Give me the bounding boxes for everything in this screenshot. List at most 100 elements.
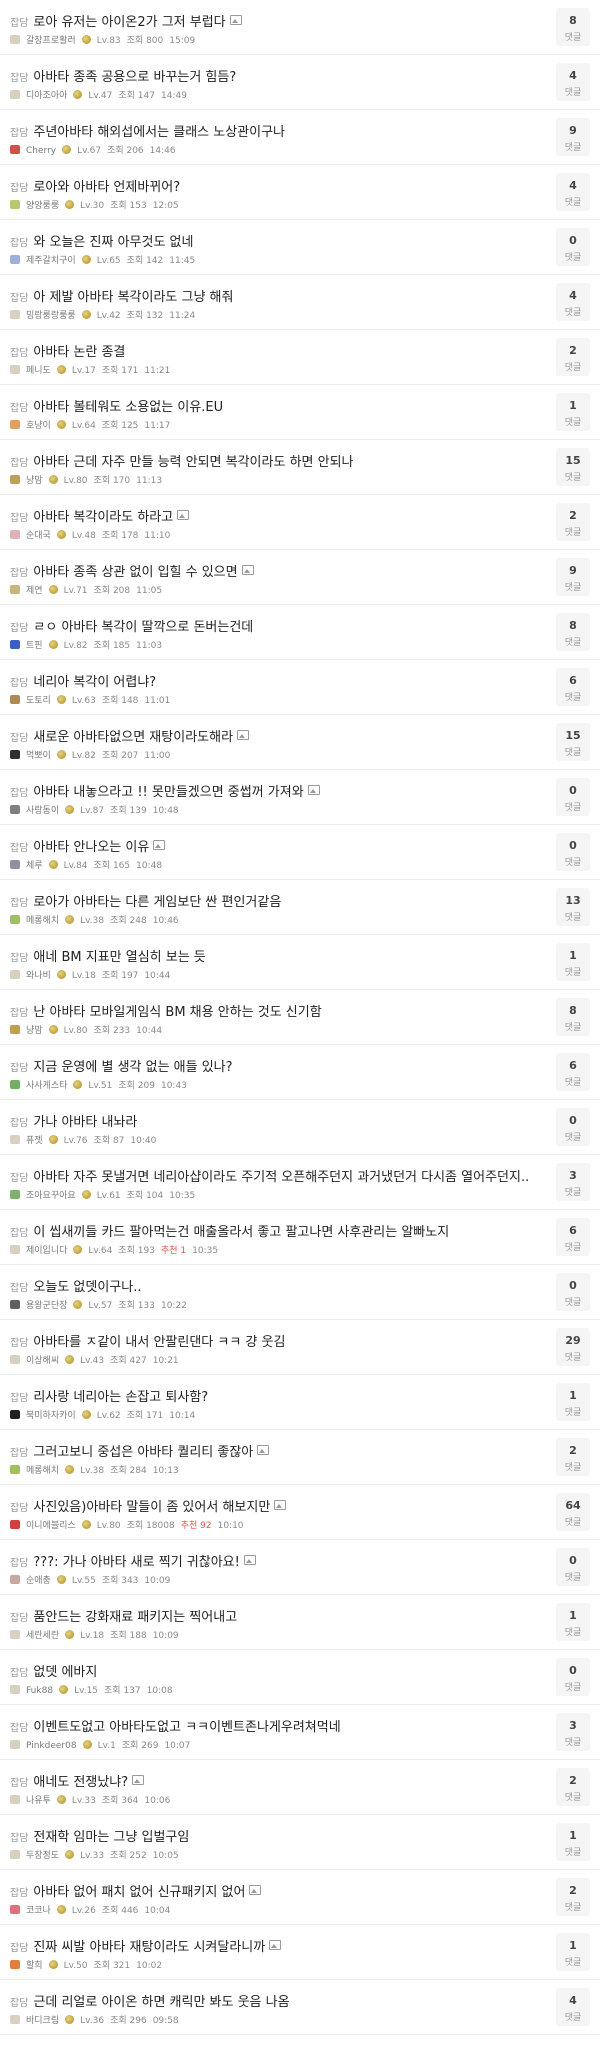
comment-count-box[interactable]: 1 댓글 (556, 1603, 590, 1641)
post-category[interactable]: 잡담 (10, 183, 28, 194)
post-title-link[interactable]: 애네도 전쟁났냐? (33, 1775, 128, 1790)
comment-count-box[interactable]: 2 댓글 (556, 1438, 590, 1476)
post-title-link[interactable]: 아바타 종족 상관 없이 입힐 수 있으면 (33, 565, 237, 580)
post-category[interactable]: 잡담 (10, 1448, 28, 1459)
avatar[interactable] (10, 475, 20, 484)
author-nickname[interactable]: 사사게스타 (26, 1081, 67, 1091)
avatar[interactable] (10, 1355, 20, 1364)
avatar[interactable] (10, 1080, 20, 1089)
avatar[interactable] (10, 1685, 20, 1694)
post-row[interactable]: 잡담 난 아바타 모바일게임식 BM 채용 안하는 것도 신기함 냥맘 Lv.80 조회… (0, 990, 600, 1045)
post-category[interactable]: 잡담 (10, 1888, 28, 1899)
post-title-link[interactable]: 사진있음)아바타 말들이 좀 있어서 해보지만 (33, 1500, 270, 1515)
post-title-link[interactable]: 아바타 종족 공용으로 바꾸는거 힘듬? (33, 70, 236, 85)
author-nickname[interactable]: 순애충 (26, 1576, 51, 1586)
avatar[interactable] (10, 255, 20, 264)
post-category[interactable]: 잡담 (10, 1228, 28, 1239)
post-category[interactable]: 잡담 (10, 1503, 28, 1514)
comment-count-box[interactable]: 4 댓글 (556, 63, 590, 101)
post-row[interactable]: 잡담 품안드는 강화재료 패키지는 찍어내고 세란세란 Lv.18 조회 188 10:0… (0, 1595, 600, 1650)
post-row[interactable]: 잡담 로아 유저는 아이온2가 그저 부럽다 갈장프로활러 Lv.83 조회 800 15… (0, 0, 600, 55)
post-row[interactable]: 잡담 ㄹㅇ 아바타 복각이 딸깍으로 돈버는건데 트핀 Lv.82 조회 185 11:0… (0, 605, 600, 660)
post-category[interactable]: 잡담 (10, 898, 28, 909)
post-row[interactable]: 잡담 리사랑 네리아는 손잡고 퇴사함? 북미하자카이 Lv.62 조회 171 10:1… (0, 1375, 600, 1430)
avatar[interactable] (10, 1300, 20, 1309)
post-title-link[interactable]: 오늘도 없뎃이구나.. (33, 1280, 141, 1295)
post-row[interactable]: 잡담 로아와 아바타 언제바뀌어? 양양룽룽 Lv.30 조회 153 12:05 4 댓글 (0, 165, 600, 220)
author-nickname[interactable]: 북미하자카이 (26, 1411, 76, 1421)
avatar[interactable] (10, 1190, 20, 1199)
post-category[interactable]: 잡담 (10, 1173, 28, 1184)
comment-count-box[interactable]: 1 댓글 (556, 943, 590, 981)
author-nickname[interactable]: 트핀 (26, 641, 43, 651)
post-row[interactable]: 잡담 아바타 논란 종결 페니도 Lv.17 조회 171 11:21 2 댓글 (0, 330, 600, 385)
post-category[interactable]: 잡담 (10, 733, 28, 744)
post-row[interactable]: 잡담 와 오늘은 진짜 아무것도 없네 제주갈치구이 Lv.65 조회 142 11:45… (0, 220, 600, 275)
comment-count-box[interactable]: 4 댓글 (556, 283, 590, 321)
post-category[interactable]: 잡담 (10, 1833, 28, 1844)
post-row[interactable]: 잡담 네리아 복각이 어렵냐? 도토리 Lv.63 조회 148 11:01 6 댓글 (0, 660, 600, 715)
post-category[interactable]: 잡담 (10, 1943, 28, 1954)
avatar[interactable] (10, 1135, 20, 1144)
post-category[interactable]: 잡담 (10, 1723, 28, 1734)
post-title-link[interactable]: 아바타 근데 자주 만들 능력 안되면 복각이라도 하면 안되나 (33, 455, 353, 470)
avatar[interactable] (10, 530, 20, 539)
post-title-link[interactable]: 로아와 아바타 언제바뀌어? (33, 180, 180, 195)
comment-count-box[interactable]: 2 댓글 (556, 1768, 590, 1806)
author-nickname[interactable]: 냥맘 (26, 476, 43, 486)
avatar[interactable] (10, 2015, 20, 2024)
author-nickname[interactable]: 순대국 (26, 531, 51, 541)
post-row[interactable]: 잡담 아바타 내놓으라고 !! 못만들겠으면 중썹꺼 가져와 사랑동이 Lv.87 조회… (0, 770, 600, 825)
author-nickname[interactable]: 두장정도 (26, 1851, 59, 1861)
post-title-link[interactable]: 전재학 임마는 그냥 입벌구임 (33, 1830, 189, 1845)
avatar[interactable] (10, 1465, 20, 1474)
post-row[interactable]: 잡담 아바타 없어 패치 없어 신규패키지 없어 코코나 Lv.26 조회 446 10:… (0, 1870, 600, 1925)
comment-count-box[interactable]: 1 댓글 (556, 1823, 590, 1861)
author-nickname[interactable]: Pinkdeer08 (26, 1741, 77, 1751)
post-title-link[interactable]: 가나 아바타 내놔라 (33, 1115, 137, 1130)
comment-count-box[interactable]: 6 댓글 (556, 668, 590, 706)
author-nickname[interactable]: 체루 (26, 861, 43, 871)
post-title-link[interactable]: 애네 BM 지표만 열심히 보는 듯 (33, 950, 205, 965)
comment-count-box[interactable]: 0 댓글 (556, 1108, 590, 1146)
avatar[interactable] (10, 420, 20, 429)
avatar[interactable] (10, 585, 20, 594)
post-row[interactable]: 잡담 로아가 아바타는 다른 게임보단 싼 편인거같음 메롱해치 Lv.38 조회 24… (0, 880, 600, 935)
avatar[interactable] (10, 970, 20, 979)
avatar[interactable] (10, 750, 20, 759)
comment-count-box[interactable]: 6 댓글 (556, 1218, 590, 1256)
post-row[interactable]: 잡담 애네 BM 지표만 열심히 보는 듯 와나비 Lv.18 조회 197 10:44 1… (0, 935, 600, 990)
avatar[interactable] (10, 200, 20, 209)
post-row[interactable]: 잡담 이 씹새끼들 카드 팔아먹는건 매출올라서 좋고 팔고나면 사후관리는 알빠… (0, 1210, 600, 1265)
avatar[interactable] (10, 915, 20, 924)
post-row[interactable]: 잡담 사진있음)아바타 말들이 좀 있어서 해보지만 이니에블리스 Lv.80 조회 1… (0, 1485, 600, 1540)
post-title-link[interactable]: 이벤트도없고 아바타도없고 ㅋㅋ이벤트존나게우려쳐먹네 (33, 1720, 340, 1735)
post-category[interactable]: 잡담 (10, 18, 28, 29)
post-title-link[interactable]: 이 씹새끼들 카드 팔아먹는건 매출올라서 좋고 팔고나면 사후관리는 알빠노지 (33, 1225, 449, 1240)
post-title-link[interactable]: 와 오늘은 진짜 아무것도 없네 (33, 235, 193, 250)
post-row[interactable]: 잡담 없뎃 에바지 Fuk88 Lv.15 조회 137 10:08 0 댓글 (0, 1650, 600, 1705)
post-title-link[interactable]: 진짜 씨발 아바타 재탕이라도 시켜달라니까 (33, 1940, 265, 1955)
post-title-link[interactable]: 그러고보니 중섭은 아바타 퀄리티 좋잖아 (33, 1445, 253, 1460)
post-row[interactable]: 잡담 주년아바타 해외섭에서는 클래스 노상관이구나 Cherry Lv.67 조회 2… (0, 110, 600, 165)
post-category[interactable]: 잡담 (10, 678, 28, 689)
comment-count-box[interactable]: 8 댓글 (556, 613, 590, 651)
avatar[interactable] (10, 1520, 20, 1529)
post-row[interactable]: 잡담 아바타 근데 자주 만들 능력 안되면 복각이라도 하면 안되나 냥맘 Lv.8… (0, 440, 600, 495)
post-row[interactable]: 잡담 아바타 자주 못낼거면 네리아샵이라도 주기적 오픈해주던지 과거냈던거 다… (0, 1155, 600, 1210)
author-nickname[interactable]: 제이입니다 (26, 1246, 67, 1256)
author-nickname[interactable]: 냥맘 (26, 1026, 43, 1036)
author-nickname[interactable]: 호냥이 (26, 421, 51, 431)
post-category[interactable]: 잡담 (10, 1998, 28, 2009)
post-title-link[interactable]: ???: 가나 아바타 새로 찍기 귀찮아요! (33, 1555, 239, 1570)
avatar[interactable] (10, 1850, 20, 1859)
comment-count-box[interactable]: 0 댓글 (556, 778, 590, 816)
author-nickname[interactable]: 페니도 (26, 366, 51, 376)
post-row[interactable]: 잡담 오늘도 없뎃이구나.. 용왕군단장 Lv.57 조회 133 10:22 0 댓글 (0, 1265, 600, 1320)
post-title-link[interactable]: 리사랑 네리아는 손잡고 퇴사함? (33, 1390, 208, 1405)
comment-count-box[interactable]: 1 댓글 (556, 1383, 590, 1421)
comment-count-box[interactable]: 9 댓글 (556, 558, 590, 596)
comment-count-box[interactable]: 0 댓글 (556, 1273, 590, 1311)
post-title-link[interactable]: ㄹㅇ 아바타 복각이 딸깍으로 돈버는건데 (33, 620, 253, 635)
comment-count-box[interactable]: 15 댓글 (556, 723, 590, 761)
